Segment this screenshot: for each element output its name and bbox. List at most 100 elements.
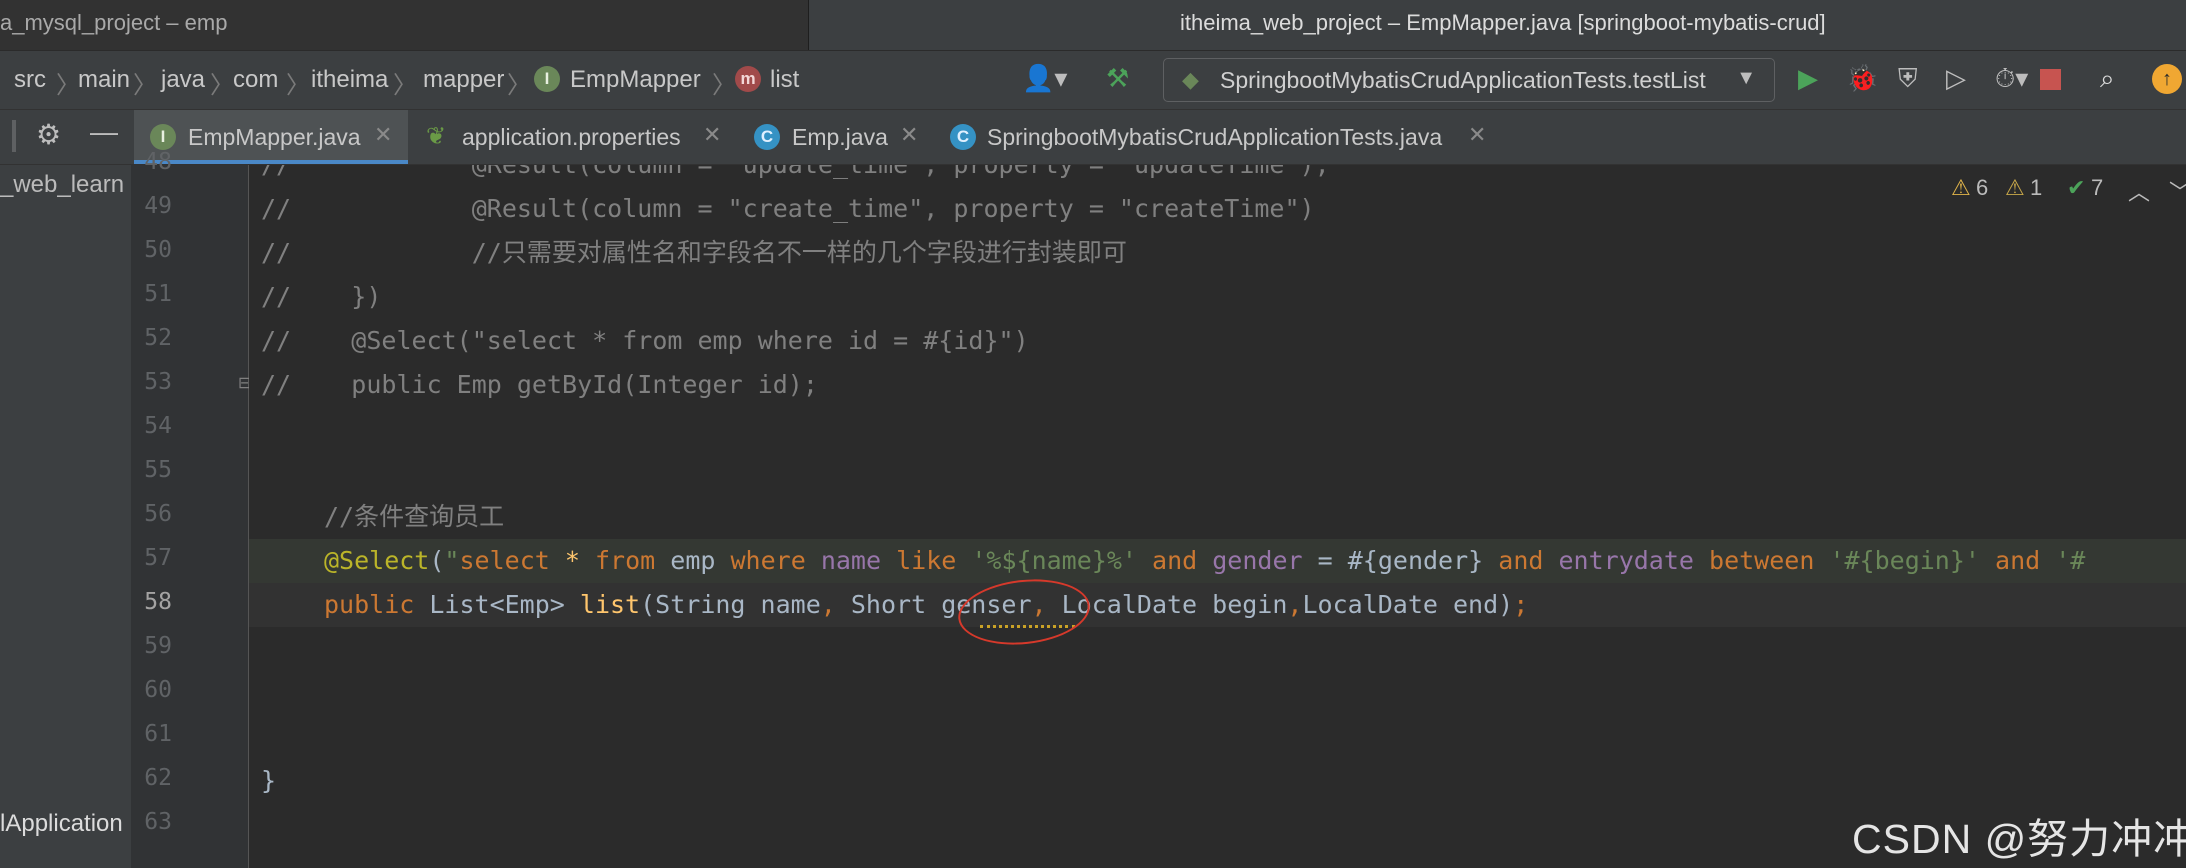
line-number: 55 [144, 457, 172, 483]
sql-param: #{gender} [1347, 546, 1484, 575]
breadcrumb-list[interactable]: list [770, 66, 799, 94]
close-icon[interactable]: ✕ [703, 122, 721, 148]
sql-column: entrydate [1558, 546, 1694, 575]
comment-text: // @Select("select * from emp where id =… [261, 326, 1029, 355]
search-icon[interactable]: ⌕ [2100, 63, 2115, 95]
previous-highlight-icon[interactable]: ︿ [2128, 175, 2150, 207]
test-class-icon: C [950, 124, 976, 150]
java-type: Short [850, 590, 927, 619]
sql-operator: = [1317, 546, 1333, 575]
profiler-icon[interactable]: ⏱▾ [1995, 63, 2028, 95]
tab-application-properties[interactable]: ❦ application.properties ✕ [410, 110, 730, 164]
tab-springboot-tests[interactable]: C SpringbootMybatisCrudApplicationTests.… [944, 110, 1504, 164]
tab-emp[interactable]: C Emp.java ✕ [740, 110, 940, 164]
next-highlight-icon[interactable]: ﹀ [2169, 175, 2186, 207]
sql-keyword: and [1152, 546, 1198, 575]
sql-string: '#{begin}' [1829, 546, 1980, 575]
run-icon[interactable]: ▶ [1798, 63, 1818, 94]
tab-label: SpringbootMybatisCrudApplicationTests.ja… [987, 124, 1443, 150]
tab-empmapper[interactable]: I EmpMapper.java ✕ [134, 110, 408, 164]
close-icon[interactable]: ✕ [1468, 122, 1486, 148]
code-line-56: //条件查询员工 [249, 495, 2186, 539]
closing-brace: } [261, 766, 277, 795]
breadcrumb-separator-icon: 〉 [286, 72, 310, 99]
line-number-current: 58 [144, 589, 172, 615]
stop-icon[interactable] [2040, 69, 2061, 90]
sql-keyword: and [1498, 546, 1544, 575]
breadcrumb-mapper[interactable]: mapper [423, 66, 504, 94]
more-tabs-icon[interactable]: ⋮ [2174, 120, 2186, 153]
code-line-51: // }) [249, 275, 2186, 319]
breadcrumb-java[interactable]: java [161, 66, 205, 94]
sql-keyword: select [459, 546, 550, 575]
tab-label: application.properties [462, 124, 681, 150]
line-number: 56 [144, 501, 172, 527]
run-configuration-select[interactable]: ◆ SpringbootMybatisCrudApplicationTests.… [1163, 58, 1775, 102]
paren: ( [429, 546, 445, 575]
method-icon: m [735, 66, 761, 92]
gear-icon[interactable]: ⚙ [36, 118, 61, 151]
line-number: 54 [144, 413, 172, 439]
code-line-50: // //只需要对属性名和字段名不一样的几个字段进行封装即可 [249, 231, 2186, 275]
background-window-title: a_mysql_project – emp [0, 10, 228, 35]
breadcrumb-main[interactable]: main [78, 66, 130, 94]
project-tree-item[interactable]: lApplication [0, 810, 123, 838]
sql-table: emp [670, 546, 716, 575]
sql-column: gender [1212, 546, 1303, 575]
profile-run-icon[interactable]: ▷ [1946, 63, 1966, 94]
close-icon[interactable]: ✕ [900, 122, 918, 148]
comment-text: //条件查询员工 [324, 502, 505, 531]
breadcrumb-separator-icon: 〉 [210, 72, 234, 99]
line-number: 52 [144, 325, 172, 351]
background-window[interactable]: a_mysql_project – emp [0, 0, 809, 50]
breadcrumb-separator-icon: 〉 [712, 72, 736, 99]
comment-text: // }) [261, 282, 382, 311]
warning-icon[interactable]: ⚠ [1951, 175, 1971, 201]
java-param: LocalDate end) [1302, 590, 1514, 619]
warning-count[interactable]: 6 [1976, 175, 1988, 201]
project-panel: _web_learn lApplication [0, 165, 132, 868]
line-number-gutter: 48 49 50 51 52 53 54 55 56 57 58 59 60 6… [131, 149, 251, 868]
quote: " [444, 546, 460, 575]
ok-count[interactable]: 7 [2091, 175, 2103, 201]
code-line-58: public List<Emp> list(String name, Short… [249, 583, 2186, 627]
chevron-down-icon: ▼ [1736, 67, 1756, 89]
line-number: 61 [144, 721, 172, 747]
line-number: 53 [144, 369, 172, 395]
title-bar: a_mysql_project – emp itheima_web_projec… [0, 0, 2186, 51]
class-icon: C [754, 124, 780, 150]
java-type: List<Emp> [429, 590, 565, 619]
check-icon[interactable]: ✔ [2067, 175, 2085, 201]
project-tree-item[interactable]: _web_learn [0, 171, 124, 199]
breadcrumb-itheima[interactable]: itheima [311, 66, 388, 94]
sql-keyword: from [594, 546, 656, 575]
code-editor[interactable]: // @Result(column = "update_time", prope… [249, 165, 2186, 868]
breadcrumb-src[interactable]: src [14, 66, 46, 94]
select-annotation-code: @Select("select * from emp where name li… [324, 539, 2085, 583]
sql-string: '# [2055, 546, 2086, 575]
minimize-icon[interactable]: — [90, 116, 118, 148]
debug-icon[interactable]: 🐞 [1846, 63, 1878, 94]
sql-column: name [820, 546, 882, 575]
coverage-icon[interactable]: ⛨ [1898, 63, 1918, 95]
breadcrumb-separator-icon: 〉 [133, 72, 157, 99]
line-number: 48 [144, 149, 172, 175]
window-title: itheima_web_project – EmpMapper.java [sp… [1180, 10, 1826, 35]
interface-icon: I [534, 66, 560, 92]
weak-warning-icon[interactable]: ⚠ [2005, 175, 2025, 201]
java-keyword: public [324, 590, 415, 619]
code-line-57: @Select("select * from emp where name li… [249, 539, 2186, 583]
weak-warning-count[interactable]: 1 [2030, 175, 2042, 201]
build-hammer-icon[interactable]: ⚒ [1106, 63, 1129, 94]
breadcrumb-com[interactable]: com [233, 66, 278, 94]
line-number: 49 [144, 193, 172, 219]
breadcrumb-empmapper[interactable]: EmpMapper [570, 66, 701, 94]
method-name: list [579, 590, 641, 619]
close-icon[interactable]: ✕ [374, 122, 392, 148]
update-icon[interactable]: ↑ [2152, 64, 2182, 94]
editor-tab-bar: ⚙ — I EmpMapper.java ✕ ❦ application.pro… [0, 110, 2186, 165]
user-profile-icon[interactable]: 👤▾ [1022, 63, 1067, 94]
